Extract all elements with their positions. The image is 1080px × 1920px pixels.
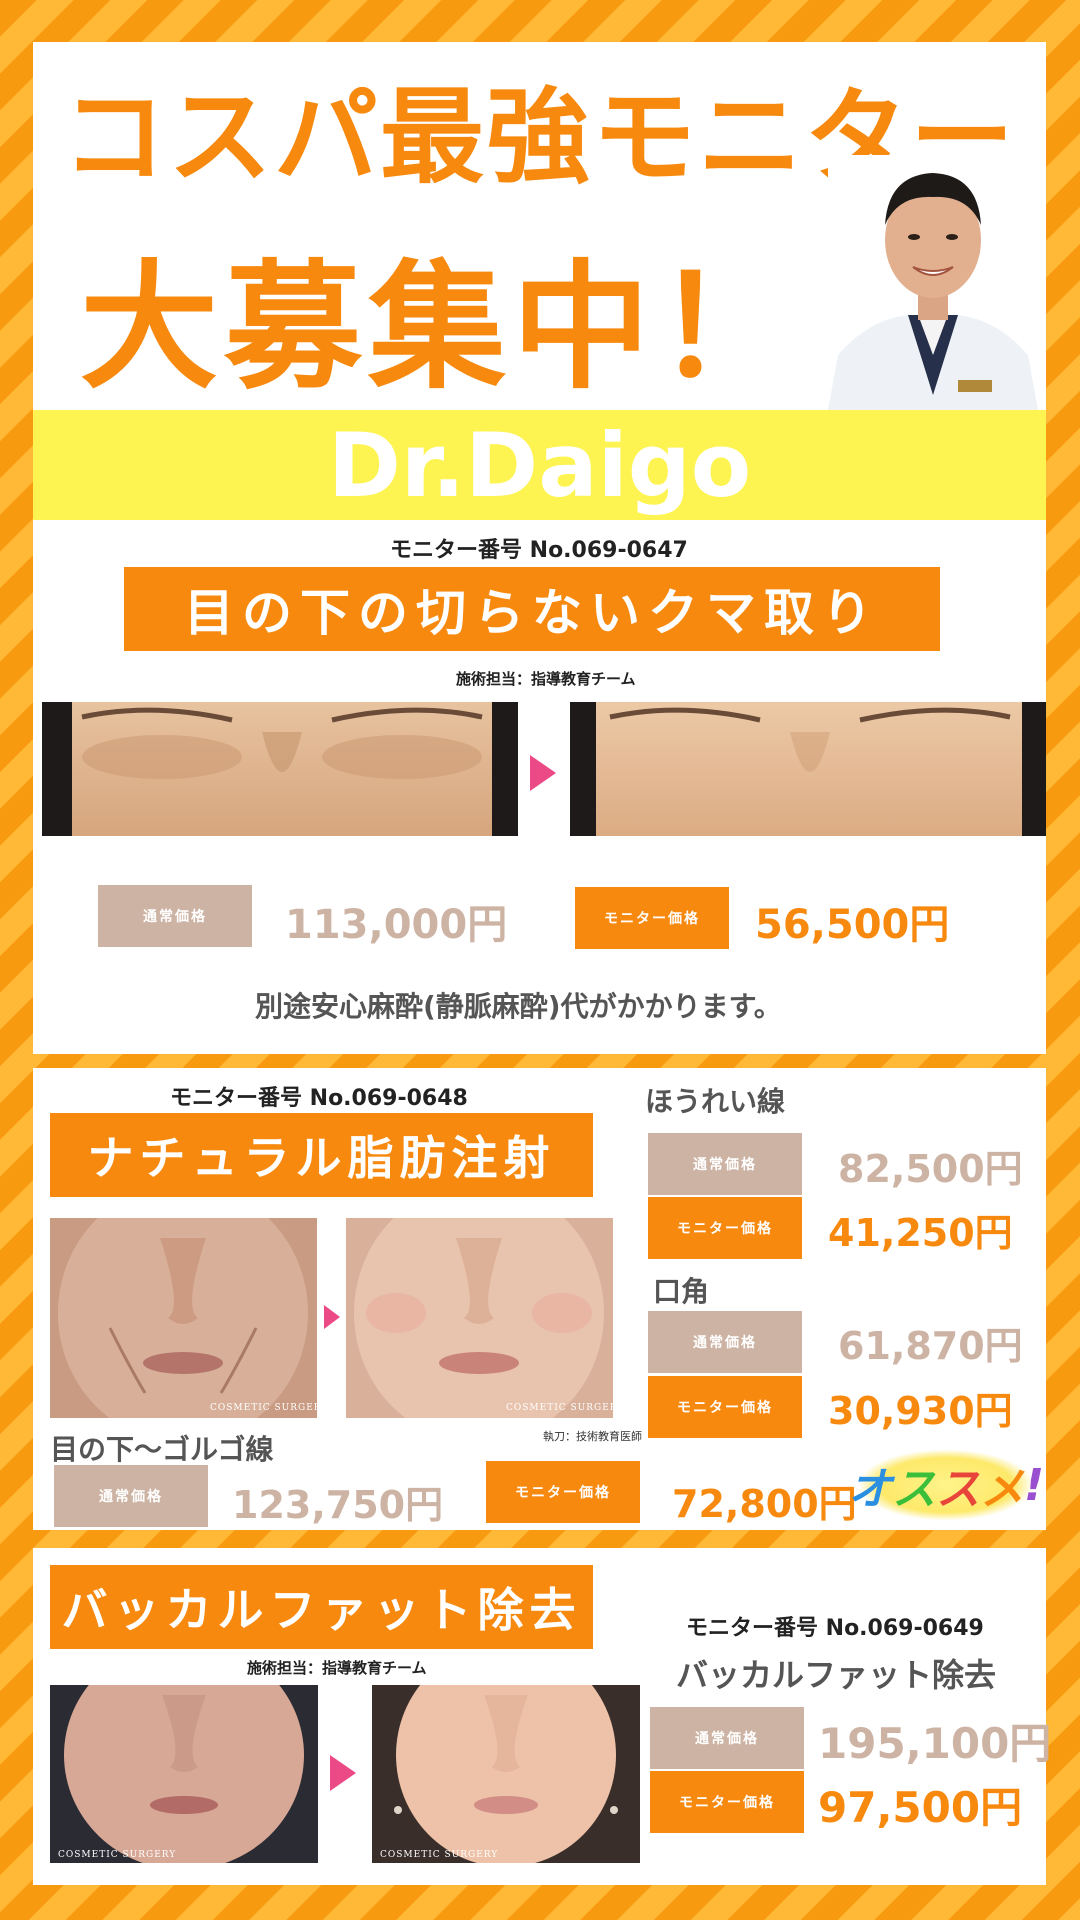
before-after-arrow <box>530 755 556 791</box>
doctor-name: Dr.Daigo <box>327 413 752 517</box>
after-photo: COSMETIC SURGERY <box>372 1685 640 1863</box>
clinic-logo: COSMETIC SURGERY <box>506 1403 613 1413</box>
monitor-price-label: モニター価格 <box>650 1771 804 1833</box>
monitor-price: 56,500円 <box>755 902 950 948</box>
section3-subtitle: バッカルファット除去 <box>676 1656 997 1694</box>
recommend-badge: オススメ! <box>848 1450 1044 1520</box>
after-photo: COSMETIC SURGERY <box>346 1218 613 1418</box>
anesthesia-note: 別途安心麻酔(静脈麻酔)代がかかります。 <box>255 990 782 1023</box>
monitor-price: 41,250円 <box>828 1211 1013 1255</box>
regular-price-label: 通常価格 <box>650 1707 804 1769</box>
monitor-price-label: モニター価格 <box>575 887 729 949</box>
monitor-number-0647: モニター番号 No.069-0647 <box>390 538 688 563</box>
section3-title: バッカルファット除去 <box>50 1565 593 1649</box>
regular-price: 82,500円 <box>838 1147 1023 1191</box>
after-photo <box>570 702 1046 836</box>
before-after-arrow <box>330 1755 356 1791</box>
before-photo: COSMETIC SURGERY <box>50 1218 317 1418</box>
regular-price: 61,870円 <box>838 1324 1023 1368</box>
monitor-number-0648: モニター番号 No.069-0648 <box>170 1086 468 1111</box>
area-name-mouth-corner: 口角 <box>653 1275 710 1308</box>
monitor-price: 97,500円 <box>818 1783 1023 1832</box>
area-name-nasolabial: ほうれい線 <box>645 1085 786 1118</box>
area-name-under-eye-golgo: 目の下〜ゴルゴ線 <box>50 1433 274 1466</box>
clinic-logo: COSMETIC SURGERY <box>58 1850 177 1860</box>
regular-price-label: 通常価格 <box>648 1311 802 1373</box>
doctor-name-banner: Dr.Daigo <box>33 410 1046 520</box>
regular-price: 195,100円 <box>818 1719 1052 1768</box>
clinic-logo: COSMETIC SURGERY <box>210 1403 317 1413</box>
before-photo <box>42 702 518 836</box>
section1-title: 目の下の切らないクマ取り <box>124 567 940 651</box>
headline-main: 大募集中！ <box>80 247 801 408</box>
section1-staff: 施術担当：指導教育チーム <box>456 670 636 688</box>
monitor-price-label: モニター価格 <box>486 1461 640 1523</box>
surgeon-credit: 執刀：技術教育医師 <box>543 1430 642 1443</box>
before-photo: COSMETIC SURGERY <box>50 1685 318 1863</box>
doctor-photo <box>828 155 1038 410</box>
monitor-price: 30,930円 <box>828 1389 1013 1433</box>
monitor-price: 72,800円 <box>672 1482 857 1526</box>
regular-price-label: 通常価格 <box>54 1465 208 1527</box>
regular-price: 113,000円 <box>285 902 508 948</box>
regular-price-label: 通常価格 <box>98 885 252 947</box>
before-after-arrow <box>324 1305 340 1329</box>
section3-staff: 施術担当：指導教育チーム <box>247 1659 427 1677</box>
regular-price: 123,750円 <box>232 1483 444 1527</box>
section2-title: ナチュラル脂肪注射 <box>50 1113 593 1197</box>
regular-price-label: 通常価格 <box>648 1133 802 1195</box>
monitor-price-label: モニター価格 <box>648 1197 802 1259</box>
clinic-logo: COSMETIC SURGERY <box>380 1850 499 1860</box>
monitor-price-label: モニター価格 <box>648 1376 802 1438</box>
monitor-number-0649: モニター番号 No.069-0649 <box>686 1616 984 1641</box>
